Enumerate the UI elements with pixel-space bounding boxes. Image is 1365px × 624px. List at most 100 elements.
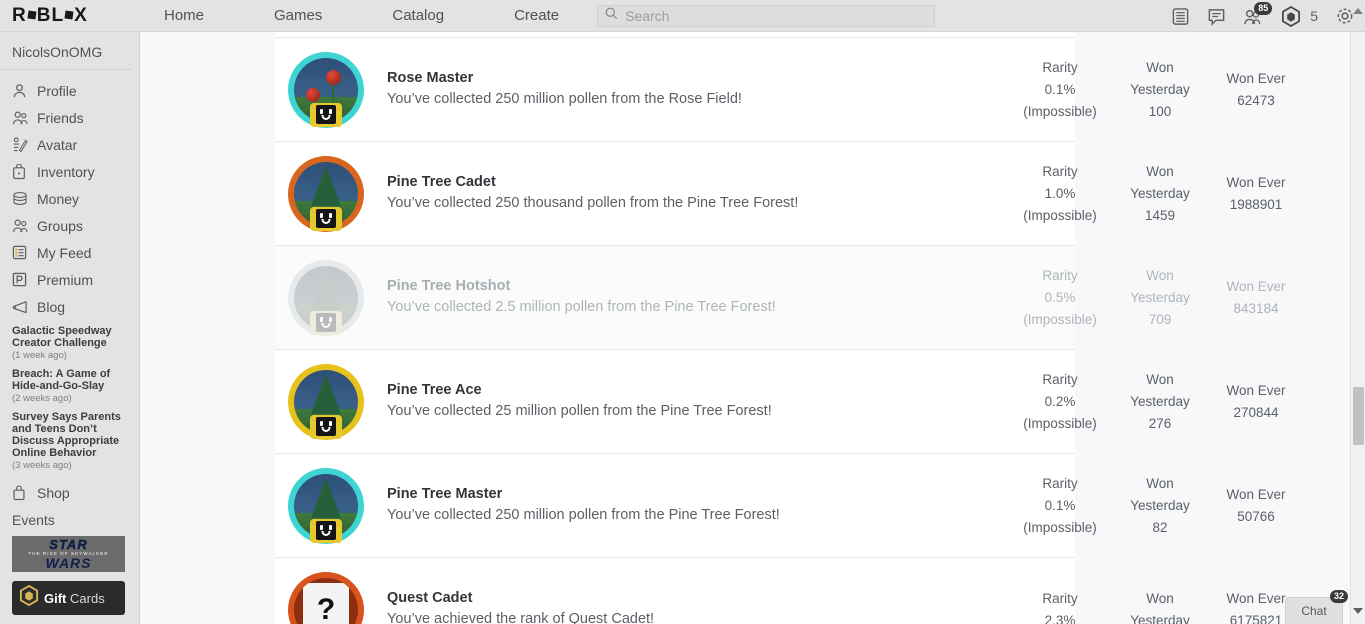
nav-link-games[interactable]: Games xyxy=(260,7,336,24)
roblox-face xyxy=(316,209,336,228)
face-eye xyxy=(329,213,332,218)
stat-won-yesterday-label-2: Yesterday xyxy=(1119,495,1201,517)
badge-icon-quest-cadet[interactable]: ? xyxy=(288,572,364,624)
badge-row[interactable]: Pine Tree Ace You’ve collected 25 millio… xyxy=(275,350,1075,454)
face-mouth xyxy=(322,323,331,328)
sidebar-label-groups: Groups xyxy=(37,218,83,234)
stat-won-ever-value: 1988901 xyxy=(1201,194,1311,216)
badge-icon-rose-master[interactable] xyxy=(288,52,364,128)
page-scrollbar[interactable] xyxy=(1350,32,1365,624)
sidebar-item-groups[interactable]: Groups xyxy=(0,212,139,239)
stat-won-yesterday: Won Yesterday xyxy=(1119,588,1201,624)
robux-icon[interactable] xyxy=(1281,6,1301,27)
sidebar-label-shop: Shop xyxy=(37,485,70,501)
scroll-down-arrow-icon[interactable] xyxy=(1353,608,1363,614)
badge-icon-pine-tree-ace[interactable] xyxy=(288,364,364,440)
sidebar-item-shop[interactable]: Shop xyxy=(0,479,139,506)
stat-rarity: Rarity 1.0% (Impossible) xyxy=(1001,161,1119,227)
stat-won-yesterday-label-2: Yesterday xyxy=(1119,391,1201,413)
blog-post-item[interactable]: Galactic Speedway Creator Challenge (1 w… xyxy=(0,320,139,363)
sidebar-username[interactable]: NicolsOnOMG xyxy=(0,40,131,70)
roblox-logo[interactable]: RBLX xyxy=(0,5,140,27)
sidebar-item-profile[interactable]: Profile xyxy=(0,77,139,104)
face-eye xyxy=(320,109,323,114)
sidebar-label-my-feed: My Feed xyxy=(37,245,91,261)
stat-won-yesterday: Won Yesterday 709 xyxy=(1119,265,1201,331)
badge-title[interactable]: Rose Master xyxy=(387,70,807,86)
stat-rarity: Rarity 0.1% (Impossible) xyxy=(1001,57,1119,123)
badge-title[interactable]: Pine Tree Ace xyxy=(387,382,807,398)
sidebar-item-inventory[interactable]: Inventory xyxy=(0,158,139,185)
blog-post-item[interactable]: Survey Says Parents and Teens Don’t Disc… xyxy=(0,406,139,473)
badge-text-block: Pine Tree Cadet You’ve collected 250 tho… xyxy=(387,174,807,213)
sidebar-item-my-feed[interactable]: My Feed xyxy=(0,239,139,266)
face-mouth xyxy=(322,531,331,536)
badge-stats: Rarity 0.5% (Impossible) Won Yesterday 7… xyxy=(1001,246,1311,350)
blog-post-item[interactable]: Breach: A Game of Hide-and-Go-Slay (2 we… xyxy=(0,363,139,406)
search-input[interactable] xyxy=(625,8,920,24)
badge-icon-pine-tree-hotshot[interactable] xyxy=(288,260,364,336)
face-eye xyxy=(320,525,323,530)
chat-icon[interactable] xyxy=(1207,7,1226,26)
badge-title[interactable]: Pine Tree Master xyxy=(387,486,807,502)
events-heading: Events xyxy=(0,506,139,532)
stat-won-yesterday-value: 276 xyxy=(1119,413,1201,435)
gear-icon[interactable] xyxy=(1335,6,1355,26)
stat-won-yesterday: Won Yesterday 1459 xyxy=(1119,161,1201,227)
sidebar-item-avatar[interactable]: Avatar xyxy=(0,131,139,158)
badge-row[interactable]: Pine Tree Master You’ve collected 250 mi… xyxy=(275,454,1075,558)
nav-link-home[interactable]: Home xyxy=(150,7,218,24)
roblox-face xyxy=(316,417,336,436)
sidebar-label-friends: Friends xyxy=(37,110,84,126)
face-mouth xyxy=(322,427,331,432)
stat-won-yesterday-label-1: Won xyxy=(1119,57,1201,79)
sidebar-item-blog[interactable]: Blog xyxy=(0,293,139,320)
badge-icon-pine-tree-master[interactable] xyxy=(288,468,364,544)
rose-bloom xyxy=(306,88,320,102)
friends-count-badge: 85 xyxy=(1254,2,1272,15)
badge-row[interactable]: Pine Tree Cadet You’ve collected 250 tho… xyxy=(275,142,1075,246)
sidebar-item-money[interactable]: Money xyxy=(0,185,139,212)
badge-row[interactable]: Pine Tree Hotshot You’ve collected 2.5 m… xyxy=(275,246,1075,350)
badge-description: You’ve collected 250 million pollen from… xyxy=(387,505,807,525)
nav-link-catalog[interactable]: Catalog xyxy=(378,7,458,24)
stat-won-ever: Won Ever 62473 xyxy=(1201,68,1311,112)
stat-rarity-label: Rarity xyxy=(1001,369,1119,391)
badge-title[interactable]: Pine Tree Cadet xyxy=(387,174,807,190)
badge-stats: Rarity 0.1% (Impossible) Won Yesterday 1… xyxy=(1001,38,1311,142)
feed-icon[interactable] xyxy=(1171,7,1190,26)
scroll-up-arrow-icon[interactable] xyxy=(1353,8,1363,14)
badge-title[interactable]: Quest Cadet xyxy=(387,590,807,606)
scrollbar-thumb[interactable] xyxy=(1353,387,1364,445)
sidebar-label-money: Money xyxy=(37,191,79,207)
sidebar-item-premium[interactable]: Premium xyxy=(0,266,139,293)
badge-description: You’ve collected 2.5 million pollen from… xyxy=(387,297,807,317)
roblox-head-overlay xyxy=(310,311,342,335)
badge-row[interactable]: Rose Master You’ve collected 250 million… xyxy=(275,38,1075,142)
search-box[interactable] xyxy=(597,5,935,27)
pine-tree xyxy=(311,166,341,206)
stat-won-yesterday-value: 1459 xyxy=(1119,205,1201,227)
stat-rarity: Rarity 0.5% (Impossible) xyxy=(1001,265,1119,331)
badge-title[interactable]: Pine Tree Hotshot xyxy=(387,278,807,294)
blog-post-title: Survey Says Parents and Teens Don’t Disc… xyxy=(12,411,131,459)
stat-won-yesterday-label-1: Won xyxy=(1119,588,1201,610)
badge-row[interactable]: ? Quest Cadet You’ve achieved the rank o… xyxy=(275,558,1075,624)
nav-link-create[interactable]: Create xyxy=(500,7,573,24)
logo-square xyxy=(65,10,74,19)
sidebar-item-friends[interactable]: Friends xyxy=(0,104,139,131)
stat-won-ever: Won Ever 50766 xyxy=(1201,484,1311,528)
stat-won-yesterday-label-1: Won xyxy=(1119,369,1201,391)
badge-description: You’ve collected 250 thousand pollen fro… xyxy=(387,193,807,213)
stat-won-yesterday-label-2: Yesterday xyxy=(1119,287,1201,309)
avatar-icon xyxy=(12,137,34,152)
roblox-face xyxy=(316,105,336,124)
stat-won-ever: Won Ever 1988901 xyxy=(1201,172,1311,216)
badge-icon-pine-tree-cadet[interactable] xyxy=(288,156,364,232)
chat-widget[interactable]: Chat 32 xyxy=(1285,597,1343,624)
robux-hex-icon xyxy=(19,585,39,611)
gift-cards-banner[interactable]: Gift Cards xyxy=(12,581,125,615)
face-eye xyxy=(320,317,323,322)
star-wars-banner[interactable]: STAR THE RISE OF SKYWALKER WARS xyxy=(12,536,125,572)
friends-icon[interactable]: 85 xyxy=(1243,7,1264,26)
